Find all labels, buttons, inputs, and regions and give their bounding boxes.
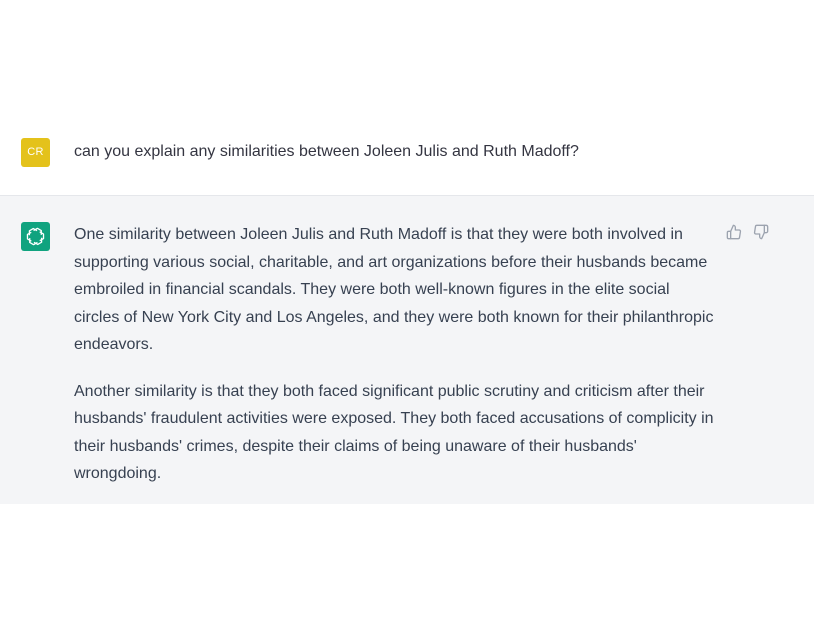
user-message-row: CR can you explain any similarities betw… [0,118,814,196]
user-avatar: CR [21,138,50,167]
user-message-text: can you explain any similarities between… [74,143,579,160]
answer-paragraph: One similarity between Joleen Julis and … [74,226,714,353]
assistant-message-row: One similarity between Joleen Julis and … [0,196,814,504]
chat-page: CR can you explain any similarities betw… [0,0,814,629]
thumbs-down-button[interactable] [752,223,770,241]
openai-logo-icon [26,227,45,246]
thumbs-down-icon [753,224,769,240]
feedback-buttons [725,223,770,241]
answer-paragraph: Another similarity is that they both fac… [74,382,714,483]
assistant-message-text: One similarity between Joleen Julis and … [74,221,719,488]
assistant-avatar [21,222,50,251]
thumbs-up-button[interactable] [725,223,743,241]
thumbs-up-icon [726,224,742,240]
